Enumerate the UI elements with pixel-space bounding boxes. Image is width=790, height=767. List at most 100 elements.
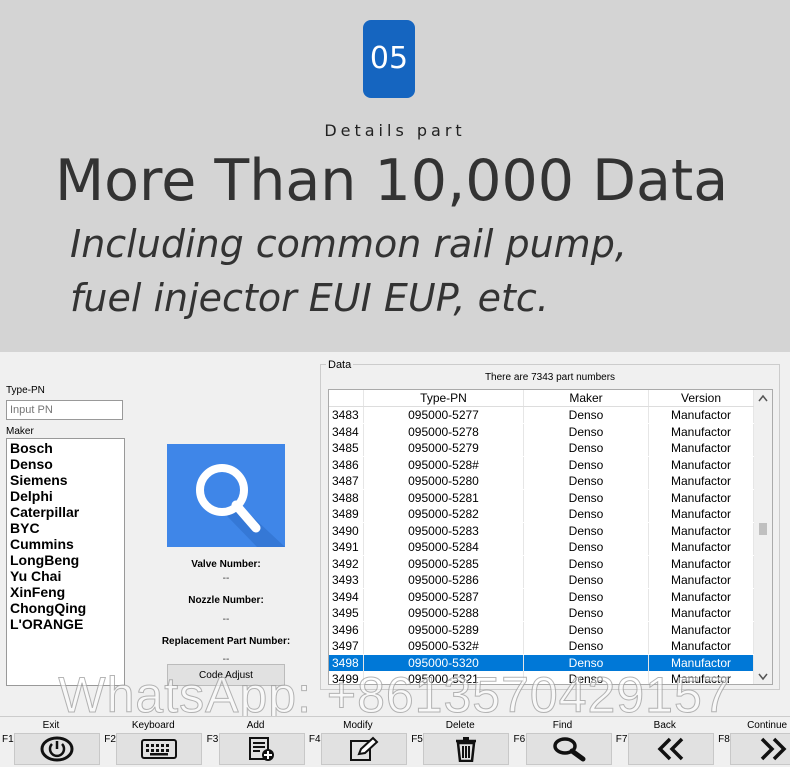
function-key-modify: Modify F4 bbox=[307, 717, 409, 767]
row-index: 3491 bbox=[329, 539, 364, 555]
continue-button[interactable] bbox=[730, 733, 790, 765]
table-row[interactable]: 3493 095000-5286 Denso Manufactor bbox=[329, 572, 754, 589]
row-type-pn: 095000-5284 bbox=[364, 539, 524, 555]
parts-grid[interactable]: Type-PN Maker Version 3483 095000-5277 Den… bbox=[328, 389, 773, 685]
modify-button[interactable] bbox=[320, 733, 407, 765]
data-group-title: Data bbox=[326, 359, 354, 371]
table-row[interactable]: 3496 095000-5289 Denso Manufactor bbox=[329, 621, 754, 639]
type-pn-input[interactable] bbox=[6, 400, 123, 420]
maker-list-item[interactable]: Denso bbox=[7, 456, 124, 472]
function-key-shortcut: F4 bbox=[308, 734, 321, 745]
row-type-pn: 095000-5282 bbox=[364, 506, 524, 522]
row-version: Manufactor bbox=[649, 423, 754, 440]
row-version: Manufactor bbox=[649, 473, 754, 489]
table-row[interactable]: 3486 095000-528# Denso Manufactor bbox=[329, 456, 754, 474]
row-version: Manufactor bbox=[649, 440, 754, 456]
row-version: Manufactor bbox=[649, 621, 754, 638]
function-key-shortcut: F7 bbox=[615, 734, 628, 745]
header-maker[interactable]: Maker bbox=[524, 390, 649, 406]
vertical-scrollbar[interactable] bbox=[754, 390, 772, 684]
section-subhead: Details part bbox=[324, 121, 466, 140]
row-type-pn: 095000-5283 bbox=[364, 522, 524, 539]
maker-list-item[interactable]: BYC bbox=[7, 520, 124, 536]
maker-list-item[interactable]: Yu Chai bbox=[7, 568, 124, 584]
function-key-find: Find F6 bbox=[512, 717, 614, 767]
table-row[interactable]: 3484 095000-5278 Denso Manufactor bbox=[329, 423, 754, 441]
maker-list-item[interactable]: Siemens bbox=[7, 472, 124, 488]
delete-button[interactable] bbox=[423, 733, 510, 765]
row-version: Manufactor bbox=[649, 522, 754, 539]
maker-list-item[interactable]: Caterpillar bbox=[7, 504, 124, 520]
row-maker: Denso bbox=[524, 605, 649, 621]
valve-number-label: Valve Number: bbox=[191, 559, 261, 570]
function-key-label: Modify bbox=[343, 720, 373, 731]
search-tile[interactable] bbox=[167, 444, 285, 547]
tagline-line-1: Including common rail pump, bbox=[70, 222, 627, 266]
row-maker: Denso bbox=[524, 638, 649, 654]
function-key-shortcut: F6 bbox=[513, 734, 526, 745]
row-version: Manufactor bbox=[649, 572, 754, 588]
function-key-label: Back bbox=[653, 720, 676, 731]
row-version: Manufactor bbox=[649, 506, 754, 522]
find-button[interactable] bbox=[525, 733, 612, 765]
maker-list-item[interactable]: L'ORANGE bbox=[7, 616, 124, 632]
row-maker: Denso bbox=[524, 506, 649, 522]
row-type-pn: 095000-5286 bbox=[364, 572, 524, 588]
double-left-icon bbox=[655, 736, 687, 762]
table-row[interactable]: 3490 095000-5283 Denso Manufactor bbox=[329, 522, 754, 540]
table-row[interactable]: 3487 095000-5280 Denso Manufactor bbox=[329, 473, 754, 490]
row-index: 3490 bbox=[329, 522, 364, 539]
table-row[interactable]: 3497 095000-532# Denso Manufactor bbox=[329, 638, 754, 655]
add-button[interactable] bbox=[218, 733, 305, 765]
table-row[interactable]: 3491 095000-5284 Denso Manufactor bbox=[329, 539, 754, 556]
row-maker: Denso bbox=[524, 555, 649, 572]
keyboard-icon bbox=[141, 738, 178, 760]
maker-list-item[interactable]: XinFeng bbox=[7, 584, 124, 600]
header-version[interactable]: Version bbox=[649, 390, 754, 406]
function-key-shortcut: F3 bbox=[206, 734, 219, 745]
edit-icon bbox=[349, 736, 379, 762]
table-row[interactable]: 3485 095000-5279 Denso Manufactor bbox=[329, 440, 754, 457]
row-type-pn: 095000-5281 bbox=[364, 489, 524, 506]
row-version: Manufactor bbox=[649, 588, 754, 605]
header-index[interactable] bbox=[329, 390, 364, 406]
table-row[interactable]: 3483 095000-5277 Denso Manufactor bbox=[329, 407, 754, 424]
row-maker: Denso bbox=[524, 456, 649, 473]
row-type-pn: 095000-5277 bbox=[364, 407, 524, 423]
maker-list-item[interactable]: ChongQing bbox=[7, 600, 124, 616]
row-type-pn: 095000-5289 bbox=[364, 621, 524, 638]
table-row[interactable]: 3494 095000-5287 Denso Manufactor bbox=[329, 588, 754, 606]
row-type-pn: 095000-5287 bbox=[364, 588, 524, 605]
header-type-pn[interactable]: Type-PN bbox=[364, 390, 524, 406]
maker-list-item[interactable]: Bosch bbox=[7, 440, 124, 456]
row-index: 3495 bbox=[329, 605, 364, 621]
tagline-line-2: fuel injector EUI EUP, etc. bbox=[70, 276, 549, 320]
function-key-exit: Exit F1 bbox=[0, 717, 102, 767]
row-version: Manufactor bbox=[649, 489, 754, 506]
row-maker: Denso bbox=[524, 522, 649, 539]
row-index: 3488 bbox=[329, 489, 364, 506]
row-index: 3485 bbox=[329, 440, 364, 456]
row-version: Manufactor bbox=[649, 456, 754, 473]
exit-button[interactable] bbox=[14, 733, 100, 765]
maker-list-item[interactable]: Delphi bbox=[7, 488, 124, 504]
banner: 05 Details part More Than 10,000 Data In… bbox=[0, 0, 790, 352]
row-index: 3483 bbox=[329, 407, 364, 423]
power-icon bbox=[40, 736, 74, 762]
row-version: Manufactor bbox=[649, 407, 754, 423]
maker-list-item[interactable]: LongBeng bbox=[7, 552, 124, 568]
keyboard-button[interactable] bbox=[116, 733, 203, 765]
table-row[interactable]: 3492 095000-5285 Denso Manufactor bbox=[329, 555, 754, 573]
row-maker: Denso bbox=[524, 423, 649, 440]
table-row[interactable]: 3495 095000-5288 Denso Manufactor bbox=[329, 605, 754, 622]
valve-number-value: -- bbox=[222, 573, 230, 584]
maker-list[interactable]: Bosch Denso Siemens Delphi Caterpillar BYC Cum… bbox=[6, 438, 125, 686]
row-index: 3497 bbox=[329, 638, 364, 654]
back-button[interactable] bbox=[627, 733, 714, 765]
function-key-shortcut: F5 bbox=[411, 734, 423, 745]
row-maker: Denso bbox=[524, 588, 649, 605]
table-row[interactable]: 3489 095000-5282 Denso Manufactor bbox=[329, 506, 754, 523]
maker-list-item[interactable]: Cummins bbox=[7, 536, 124, 552]
table-row[interactable]: 3488 095000-5281 Denso Manufactor bbox=[329, 489, 754, 507]
function-key-label: Find bbox=[552, 720, 573, 731]
